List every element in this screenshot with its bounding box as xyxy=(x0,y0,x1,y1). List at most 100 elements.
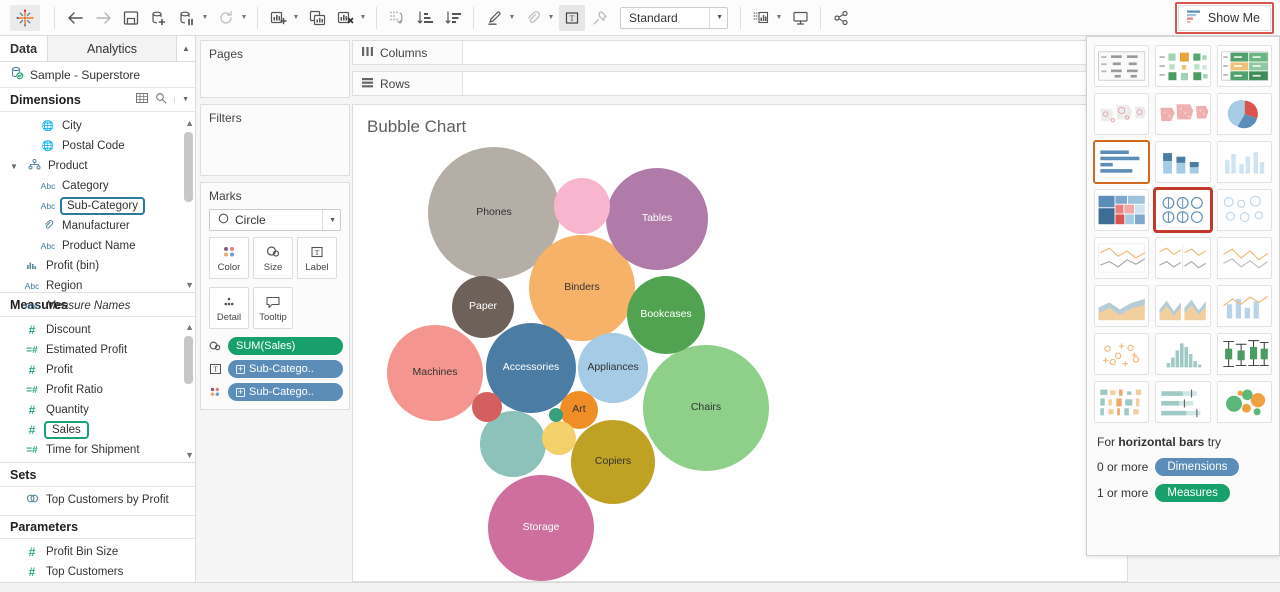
treemap-thumb[interactable] xyxy=(1094,189,1149,231)
presentation-toolbar-button[interactable] xyxy=(748,5,774,31)
field-profit-bin[interactable]: Profit (bin) xyxy=(0,256,195,276)
field-region[interactable]: Abc Region xyxy=(0,276,195,296)
marks-color-button[interactable]: Color xyxy=(209,237,249,279)
field-sales[interactable]: # Sales xyxy=(0,420,195,440)
field-time-for-shipment[interactable]: =# Time for Shipment xyxy=(0,440,195,460)
measures-scrollbar-thumb[interactable] xyxy=(184,336,193,384)
pane-collapse-icon[interactable]: ▲ xyxy=(177,36,195,61)
columns-shelf-drop-area[interactable] xyxy=(463,41,1127,64)
marks-detail-button[interactable]: Detail xyxy=(209,287,249,329)
swap-rows-columns-button[interactable] xyxy=(384,5,410,31)
new-worksheet-caret-icon[interactable]: ▼ xyxy=(292,14,300,21)
gantt-chart-thumb[interactable] xyxy=(1094,381,1149,423)
bullet-graph-thumb[interactable] xyxy=(1155,381,1210,423)
pause-data-caret-icon[interactable]: ▼ xyxy=(201,14,209,21)
pill-sum-sales[interactable]: SUM(Sales) xyxy=(228,337,343,355)
pie-chart-thumb[interactable] xyxy=(1217,93,1272,135)
heat-map-thumb[interactable] xyxy=(1155,45,1210,87)
field-measure-names[interactable]: Abc Measure Names xyxy=(0,296,195,316)
field-manufacturer[interactable]: Manufacturer xyxy=(0,216,195,236)
marks-size-button[interactable]: Size xyxy=(253,237,293,279)
field-city[interactable]: 🌐 City xyxy=(0,116,195,136)
lines-discrete-thumb[interactable] xyxy=(1155,237,1210,279)
field-profit-ratio[interactable]: =# Profit Ratio xyxy=(0,380,195,400)
clear-sheet-button[interactable] xyxy=(332,5,358,31)
save-button[interactable] xyxy=(118,5,144,31)
new-worksheet-button[interactable] xyxy=(265,5,291,31)
bubble-unlabeled[interactable] xyxy=(542,421,576,455)
dual-lines-thumb[interactable] xyxy=(1217,237,1272,279)
area-continuous-thumb[interactable] xyxy=(1094,285,1149,327)
grid-view-icon[interactable] xyxy=(136,92,148,107)
stacked-bars-thumb[interactable] xyxy=(1155,141,1210,183)
area-discrete-thumb[interactable] xyxy=(1155,285,1210,327)
field-profit[interactable]: # Profit xyxy=(0,360,195,380)
bubble-appliances[interactable]: Appliances xyxy=(578,333,648,403)
sort-descending-button[interactable] xyxy=(440,5,466,31)
duplicate-sheet-button[interactable] xyxy=(304,5,330,31)
field-discount[interactable]: # Discount xyxy=(0,320,195,340)
bubble-copiers[interactable]: Copiers xyxy=(571,420,655,504)
highlight-button[interactable] xyxy=(481,5,507,31)
expand-plus-icon[interactable]: + xyxy=(236,388,245,397)
presentation-mode-button[interactable] xyxy=(787,5,813,31)
group-members-button[interactable] xyxy=(520,5,546,31)
tableau-logo-icon[interactable] xyxy=(10,5,40,31)
filters-card[interactable]: Filters xyxy=(200,104,350,176)
field-top-customers[interactable]: # Top Customers xyxy=(0,562,195,582)
refresh-button[interactable] xyxy=(213,5,239,31)
field-postal-code[interactable]: 🌐 Postal Code xyxy=(0,136,195,156)
refresh-caret-icon[interactable]: ▼ xyxy=(240,14,248,21)
forward-button[interactable] xyxy=(90,5,116,31)
field-category[interactable]: Abc Category xyxy=(0,176,195,196)
bubble-chart[interactable]: PhonesChairsStorageBindersTablesMachines… xyxy=(353,105,1127,581)
horizontal-bars-thumb[interactable] xyxy=(1094,141,1149,183)
share-button[interactable] xyxy=(828,5,854,31)
bubble-paper[interactable]: Paper xyxy=(452,276,514,338)
dimensions-list[interactable]: 🌐 City 🌐 Postal Code ▼ Product Abc Categ… xyxy=(0,116,195,292)
bubble-bookcases[interactable]: Bookcases xyxy=(627,276,705,354)
back-button[interactable] xyxy=(62,5,88,31)
marks-tooltip-button[interactable]: Tooltip xyxy=(253,287,293,329)
datasource-item[interactable]: Sample - Superstore xyxy=(0,62,195,88)
columns-shelf[interactable]: Columns xyxy=(352,40,1128,65)
worksheet-view[interactable]: Bubble Chart PhonesChairsStorageBindersT… xyxy=(352,104,1128,582)
lines-continuous-thumb[interactable] xyxy=(1094,237,1149,279)
bubble-unlabeled[interactable] xyxy=(549,408,563,422)
bubble-machines[interactable]: Machines xyxy=(387,325,483,421)
rows-shelf[interactable]: Rows xyxy=(352,71,1128,96)
scatter-plot-thumb[interactable] xyxy=(1094,333,1149,375)
measures-scroll-up-icon[interactable]: ▲ xyxy=(185,322,194,332)
dual-combination-thumb[interactable] xyxy=(1217,285,1272,327)
side-by-side-bars-thumb[interactable] xyxy=(1217,141,1272,183)
field-sub-category[interactable]: Abc Sub-Category xyxy=(0,196,195,216)
field-product-name[interactable]: Abc Product Name xyxy=(0,236,195,256)
filled-map-thumb[interactable] xyxy=(1155,93,1210,135)
show-me-panel[interactable]: For horizontal bars try 0 or more Dimens… xyxy=(1086,36,1280,556)
fit-select[interactable]: Standard ▼ xyxy=(620,7,728,29)
pill-label-sub-category[interactable]: + Sub-Catego.. xyxy=(228,360,343,378)
circle-views-thumb[interactable] xyxy=(1155,189,1210,231)
show-mark-labels-button[interactable]: T xyxy=(559,5,585,31)
pages-card[interactable]: Pages xyxy=(200,40,350,98)
add-data-source-button[interactable] xyxy=(146,5,172,31)
search-icon[interactable] xyxy=(155,92,167,107)
bubble-storage[interactable]: Storage xyxy=(488,475,594,581)
bubble-tables[interactable]: Tables xyxy=(606,168,708,270)
clear-sheet-caret-icon[interactable]: ▼ xyxy=(359,14,367,21)
presentation-toolbar-caret-icon[interactable]: ▼ xyxy=(775,14,783,21)
field-top-customers-by-profit[interactable]: Top Customers by Profit xyxy=(0,490,195,510)
text-table-thumb[interactable] xyxy=(1094,45,1149,87)
measures-scroll-down-icon[interactable]: ▼ xyxy=(185,450,194,460)
mark-type-select[interactable]: Circle ▼ xyxy=(209,209,341,231)
tab-analytics[interactable]: Analytics xyxy=(48,36,177,61)
highlight-caret-icon[interactable]: ▼ xyxy=(508,14,516,21)
show-me-button[interactable]: Show Me xyxy=(1178,5,1271,31)
bubble-unlabeled[interactable] xyxy=(554,178,610,234)
field-estimated-profit[interactable]: =# Estimated Profit xyxy=(0,340,195,360)
box-and-whisker-thumb[interactable] xyxy=(1217,333,1272,375)
chevron-down-icon[interactable]: ▼ xyxy=(174,96,189,103)
pill-color-sub-category[interactable]: + Sub-Catego.. xyxy=(228,383,343,401)
marks-label-button[interactable]: T Label xyxy=(297,237,337,279)
field-quantity[interactable]: # Quantity xyxy=(0,400,195,420)
